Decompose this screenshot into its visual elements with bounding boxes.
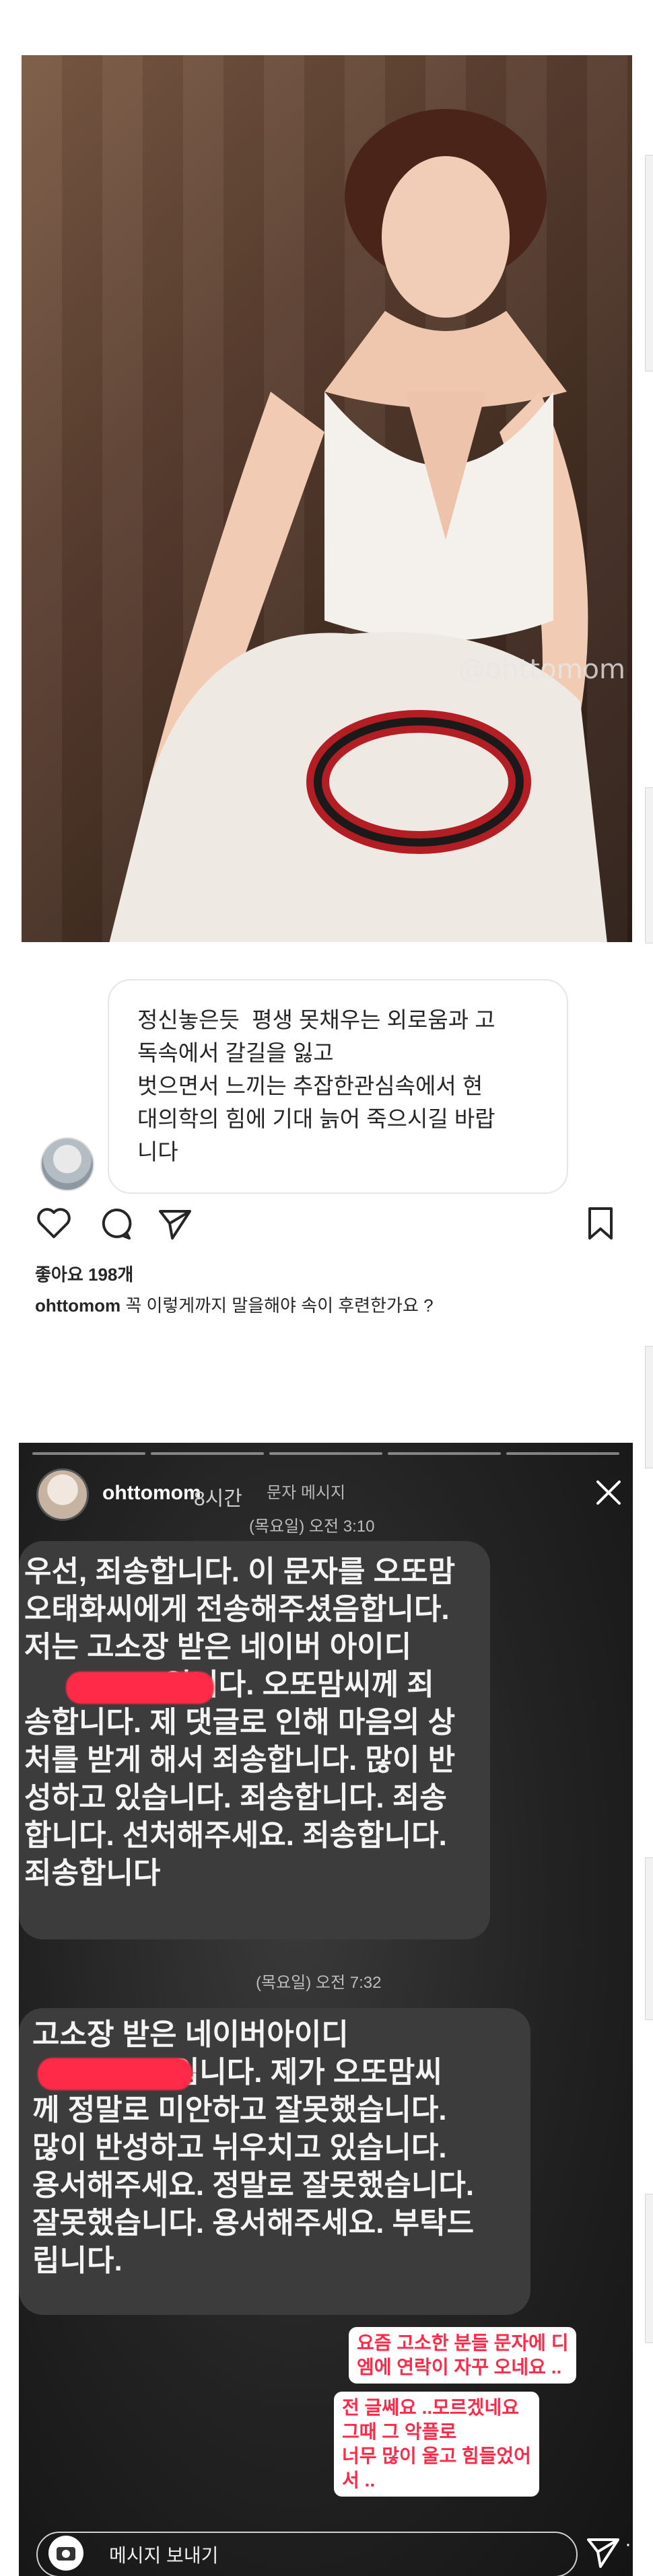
progress-segment — [388, 1452, 501, 1455]
more-icon[interactable]: ··· — [625, 2533, 633, 2571]
edge-fragment — [645, 2194, 653, 2343]
commenter-avatar[interactable] — [40, 1137, 94, 1191]
message-timestamp: (목요일) 오전 7:32 — [256, 1974, 382, 1992]
send-icon[interactable] — [584, 2533, 622, 2571]
progress-segment — [506, 1452, 619, 1455]
story-time: 8시간 — [194, 1488, 242, 1510]
edge-fragment — [645, 155, 653, 371]
camera-icon[interactable] — [48, 2536, 83, 2571]
story-text-sticker: 요즘 고소한 분들 문자에 디 엠에 연락이 자꾸 오네요 .. — [349, 2327, 577, 2384]
progress-segment — [32, 1452, 145, 1455]
share-icon[interactable] — [156, 1205, 194, 1242]
photo-watermark: @ohttomom — [458, 654, 625, 685]
message-timestamp: (목요일) 오전 3:10 — [249, 1517, 375, 1536]
post-caption: ohttomom 꼭 이렇게까지 말을해야 속이 후련한가요 ? — [35, 1292, 434, 1317]
story-avatar[interactable] — [36, 1468, 89, 1521]
reply-placeholder[interactable]: 메시지 보내기 — [109, 2541, 218, 2568]
caption-text: 꼭 이렇게까지 말을해야 속이 후련한가요 ? — [125, 1295, 434, 1316]
caption-username[interactable]: ohttomom — [35, 1295, 121, 1316]
progress-segment — [151, 1452, 264, 1455]
likes-count[interactable]: 좋아요 198개 — [35, 1261, 133, 1286]
redaction-mark — [38, 2058, 193, 2090]
close-icon[interactable] — [592, 1476, 625, 1509]
comment-text: 정신놓은듯 평생 못채우는 외로움과 고 독속에서 갈길을 잃고 벗으면서 느끼… — [137, 1007, 495, 1164]
story-progress-bars — [32, 1452, 619, 1455]
story-text-sticker: 전 글쎄요 ..모르겠네요 그때 그 악플로 너무 많이 울고 힘들었어 서 .… — [334, 2392, 539, 2497]
comment-bubble: 정신놓은듯 평생 못채우는 외로움과 고 독속에서 갈길을 잃고 벗으면서 느끼… — [108, 979, 568, 1194]
story-screenshot: ohttomom 8시간 문자 메시지 (목요일) 오전 3:10 우선, 죄송… — [19, 1443, 633, 2576]
post-photo[interactable]: @ohttomom — [22, 55, 632, 942]
edge-fragment — [645, 1346, 653, 1468]
story-username[interactable]: ohttomom — [102, 1482, 201, 1505]
bookmark-icon[interactable] — [582, 1205, 619, 1242]
redaction-mark — [66, 1672, 214, 1704]
comment-icon[interactable] — [97, 1205, 135, 1242]
sms-label: 문자 메시지 — [267, 1484, 346, 1502]
progress-segment — [269, 1452, 382, 1455]
edge-fragment — [645, 787, 653, 943]
photo-subject — [109, 109, 607, 942]
heart-icon[interactable] — [35, 1205, 73, 1242]
edge-fragment — [645, 1857, 653, 2020]
message-text: 우선, 죄송합니다. 이 문자를 오또맘 오태화씨에게 전송해주셨음합니다. 저… — [24, 1555, 456, 1890]
message-text: 고소장 받은 네이버아이디 입니다. 제가 오또맘씨 께 정말로 미안하고 잘못… — [32, 2018, 475, 2277]
